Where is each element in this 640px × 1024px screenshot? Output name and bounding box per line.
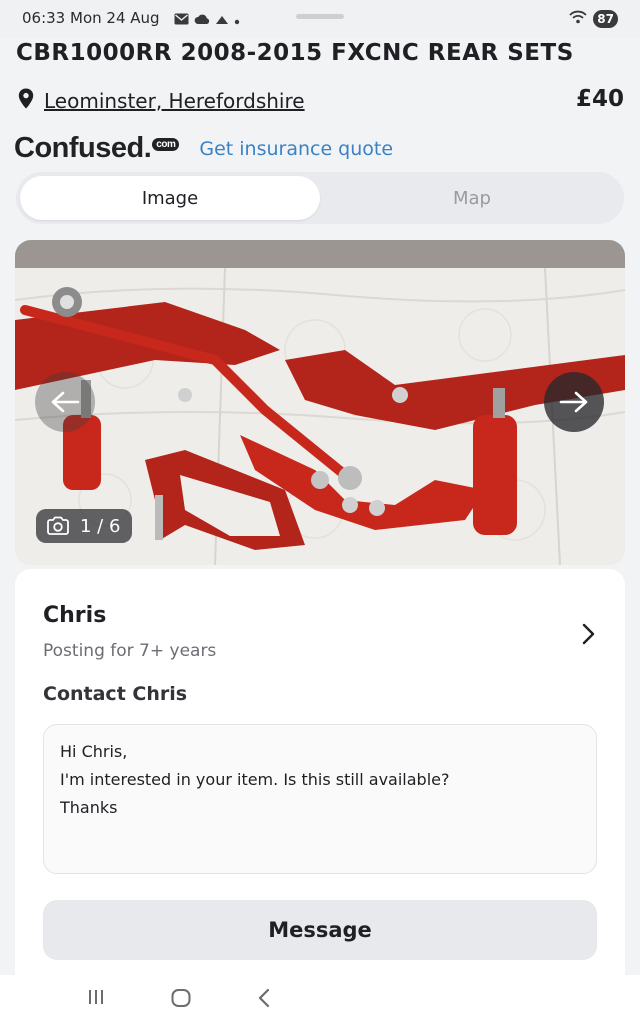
message-button[interactable]: Message [43,900,597,960]
listing-price: £40 [575,86,624,112]
back-icon[interactable] [256,987,272,1013]
drag-handle [296,14,344,19]
contact-title: Contact Chris [43,683,188,705]
camera-icon [47,516,69,535]
cloud-icon [194,10,210,29]
message-textarea[interactable]: Hi Chris, I'm interested in your item. I… [43,724,597,874]
recent-apps-icon[interactable] [86,987,106,1011]
tab-map[interactable]: Map [324,176,620,220]
cloud-icon [215,10,229,29]
system-nav-bar [0,975,640,1024]
message-line: I'm interested in your item. Is this sti… [60,770,450,789]
next-image-button[interactable] [544,372,604,432]
confused-logo: Confused. com [14,132,180,165]
view-toggle: Image Map [16,172,624,224]
listing-title: CBR1000RR 2008-2015 FXCNC REAR SETS [16,40,574,66]
insurance-quote-link[interactable]: Get insurance quote [199,138,393,160]
image-counter: 1 / 6 [36,509,133,543]
seller-name[interactable]: Chris [43,603,106,628]
battery-indicator: 87 [593,9,618,28]
mail-icon [174,10,189,29]
seller-tenure: Posting for 7+ years [43,641,217,661]
tab-image[interactable]: Image [20,176,320,220]
location-link[interactable]: Leominster, Herefordshire [44,89,305,113]
listing-page: CBR1000RR 2008-2015 FXCNC REAR SETS Leom… [0,38,640,975]
insurance-row: Confused. com Get insurance quote [14,132,393,165]
dot-icon [234,10,240,29]
arrow-right-icon [559,391,588,413]
wifi-icon [569,9,587,28]
image-counter-text: 1 / 6 [80,515,121,537]
location-row[interactable]: Leominster, Herefordshire [18,88,305,113]
message-line: Thanks [60,798,118,817]
location-pin-icon [18,88,34,113]
status-right: 87 [569,9,618,28]
arrow-left-icon [51,391,80,413]
seller-card: Chris Posting for 7+ years Contact Chris… [15,569,625,975]
message-line: Hi Chris, [60,742,128,761]
image-gallery[interactable]: 1 / 6 [15,240,625,565]
status-bar: 06:33 Mon 24 Aug 87 [0,0,640,38]
status-time: 06:33 Mon 24 Aug [22,9,160,27]
status-icons [174,10,240,29]
previous-image-button[interactable] [35,372,95,432]
chevron-right-icon[interactable] [581,623,595,649]
home-icon[interactable] [170,987,192,1013]
